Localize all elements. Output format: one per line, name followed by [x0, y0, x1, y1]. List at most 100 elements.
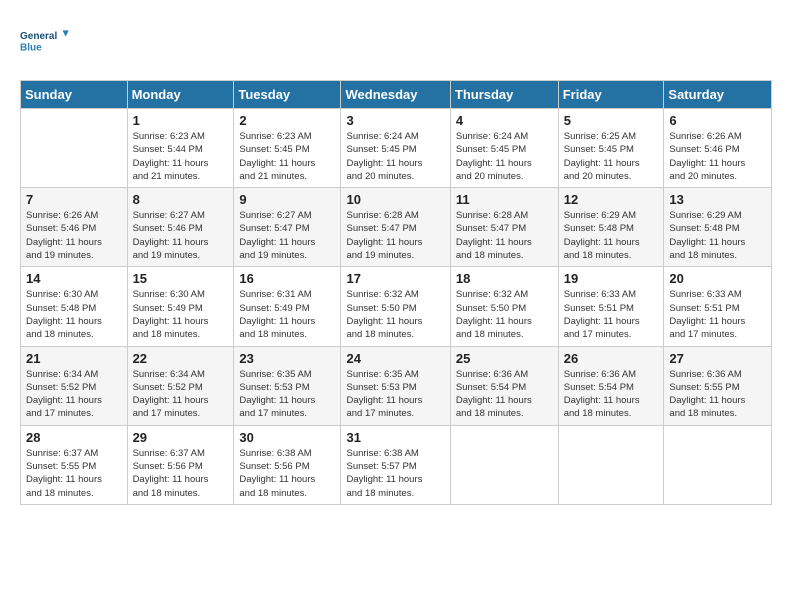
day-info: Sunrise: 6:36 AMSunset: 5:54 PMDaylight:… [456, 368, 553, 421]
day-info: Sunrise: 6:27 AMSunset: 5:47 PMDaylight:… [239, 209, 335, 262]
day-number: 5 [564, 113, 659, 128]
calendar-cell: 3 Sunrise: 6:24 AMSunset: 5:45 PMDaylight… [341, 109, 450, 188]
day-number: 4 [456, 113, 553, 128]
logo: General Blue [20, 20, 70, 62]
day-number: 22 [133, 351, 229, 366]
weekday-header-row: SundayMondayTuesdayWednesdayThursdayFrid… [21, 81, 772, 109]
day-info: Sunrise: 6:32 AMSunset: 5:50 PMDaylight:… [456, 288, 553, 341]
day-info: Sunrise: 6:29 AMSunset: 5:48 PMDaylight:… [669, 209, 766, 262]
calendar-cell: 23 Sunrise: 6:35 AMSunset: 5:53 PMDayligh… [234, 346, 341, 425]
calendar-cell: 22 Sunrise: 6:34 AMSunset: 5:52 PMDayligh… [127, 346, 234, 425]
day-info: Sunrise: 6:27 AMSunset: 5:46 PMDaylight:… [133, 209, 229, 262]
calendar-cell: 30 Sunrise: 6:38 AMSunset: 5:56 PMDayligh… [234, 425, 341, 504]
day-number: 20 [669, 271, 766, 286]
calendar-cell: 27Sunrise: 6:36 AMSunset: 5:55 PMDayligh… [664, 346, 772, 425]
calendar-cell: 15Sunrise: 6:30 AMSunset: 5:49 PMDayligh… [127, 267, 234, 346]
day-info: Sunrise: 6:26 AMSunset: 5:46 PMDaylight:… [669, 130, 766, 183]
day-info: Sunrise: 6:33 AMSunset: 5:51 PMDaylight:… [564, 288, 659, 341]
calendar-cell: 24 Sunrise: 6:35 AMSunset: 5:53 PMDayligh… [341, 346, 450, 425]
day-info: Sunrise: 6:35 AMSunset: 5:53 PMDaylight:… [239, 368, 335, 421]
day-number: 14 [26, 271, 122, 286]
day-number: 24 [346, 351, 444, 366]
calendar-cell: 19 Sunrise: 6:33 AMSunset: 5:51 PMDayligh… [558, 267, 664, 346]
weekday-header-thursday: Thursday [450, 81, 558, 109]
calendar-cell [558, 425, 664, 504]
day-number: 26 [564, 351, 659, 366]
day-info: Sunrise: 6:32 AMSunset: 5:50 PMDaylight:… [346, 288, 444, 341]
calendar-week-4: 21 Sunrise: 6:34 AMSunset: 5:52 PMDayligh… [21, 346, 772, 425]
day-number: 29 [133, 430, 229, 445]
calendar-cell: 13 Sunrise: 6:29 AMSunset: 5:48 PMDayligh… [664, 188, 772, 267]
weekday-header-monday: Monday [127, 81, 234, 109]
calendar-cell: 18 Sunrise: 6:32 AMSunset: 5:50 PMDayligh… [450, 267, 558, 346]
day-info: Sunrise: 6:37 AMSunset: 5:56 PMDaylight:… [133, 447, 229, 500]
day-info: Sunrise: 6:37 AMSunset: 5:55 PMDaylight:… [26, 447, 122, 500]
day-info: Sunrise: 6:28 AMSunset: 5:47 PMDaylight:… [456, 209, 553, 262]
day-info: Sunrise: 6:30 AMSunset: 5:48 PMDaylight:… [26, 288, 122, 341]
calendar-week-5: 28Sunrise: 6:37 AMSunset: 5:55 PMDayligh… [21, 425, 772, 504]
day-number: 3 [346, 113, 444, 128]
weekday-header-tuesday: Tuesday [234, 81, 341, 109]
day-info: Sunrise: 6:34 AMSunset: 5:52 PMDaylight:… [133, 368, 229, 421]
calendar-cell: 7Sunrise: 6:26 AMSunset: 5:46 PMDaylight… [21, 188, 128, 267]
calendar-cell: 20 Sunrise: 6:33 AMSunset: 5:51 PMDayligh… [664, 267, 772, 346]
day-info: Sunrise: 6:34 AMSunset: 5:52 PMDaylight:… [26, 368, 122, 421]
calendar-cell: 2Sunrise: 6:23 AMSunset: 5:45 PMDaylight… [234, 109, 341, 188]
calendar-cell: 5 Sunrise: 6:25 AMSunset: 5:45 PMDaylight… [558, 109, 664, 188]
day-number: 8 [133, 192, 229, 207]
day-number: 25 [456, 351, 553, 366]
calendar-week-3: 14 Sunrise: 6:30 AMSunset: 5:48 PMDayligh… [21, 267, 772, 346]
calendar-cell: 12 Sunrise: 6:29 AMSunset: 5:48 PMDayligh… [558, 188, 664, 267]
weekday-header-sunday: Sunday [21, 81, 128, 109]
day-info: Sunrise: 6:35 AMSunset: 5:53 PMDaylight:… [346, 368, 444, 421]
day-number: 16 [239, 271, 335, 286]
calendar-cell: 14 Sunrise: 6:30 AMSunset: 5:48 PMDayligh… [21, 267, 128, 346]
calendar-week-2: 7Sunrise: 6:26 AMSunset: 5:46 PMDaylight… [21, 188, 772, 267]
day-number: 10 [346, 192, 444, 207]
day-info: Sunrise: 6:29 AMSunset: 5:48 PMDaylight:… [564, 209, 659, 262]
weekday-header-wednesday: Wednesday [341, 81, 450, 109]
weekday-header-friday: Friday [558, 81, 664, 109]
svg-text:Blue: Blue [20, 42, 42, 53]
day-number: 18 [456, 271, 553, 286]
calendar-cell [664, 425, 772, 504]
day-number: 31 [346, 430, 444, 445]
calendar-cell [21, 109, 128, 188]
calendar-cell: 1 Sunrise: 6:23 AMSunset: 5:44 PMDaylight… [127, 109, 234, 188]
day-number: 6 [669, 113, 766, 128]
day-number: 13 [669, 192, 766, 207]
calendar-cell [450, 425, 558, 504]
calendar-cell: 9Sunrise: 6:27 AMSunset: 5:47 PMDaylight… [234, 188, 341, 267]
day-info: Sunrise: 6:36 AMSunset: 5:54 PMDaylight:… [564, 368, 659, 421]
calendar-cell: 11Sunrise: 6:28 AMSunset: 5:47 PMDayligh… [450, 188, 558, 267]
day-number: 19 [564, 271, 659, 286]
day-info: Sunrise: 6:33 AMSunset: 5:51 PMDaylight:… [669, 288, 766, 341]
day-number: 17 [346, 271, 444, 286]
day-number: 23 [239, 351, 335, 366]
day-info: Sunrise: 6:23 AMSunset: 5:45 PMDaylight:… [239, 130, 335, 183]
day-info: Sunrise: 6:24 AMSunset: 5:45 PMDaylight:… [346, 130, 444, 183]
calendar-cell: 17 Sunrise: 6:32 AMSunset: 5:50 PMDayligh… [341, 267, 450, 346]
day-info: Sunrise: 6:26 AMSunset: 5:46 PMDaylight:… [26, 209, 122, 262]
weekday-header-saturday: Saturday [664, 81, 772, 109]
calendar-week-1: 1 Sunrise: 6:23 AMSunset: 5:44 PMDaylight… [21, 109, 772, 188]
calendar-cell: 31 Sunrise: 6:38 AMSunset: 5:57 PMDayligh… [341, 425, 450, 504]
day-number: 21 [26, 351, 122, 366]
calendar-cell: 29 Sunrise: 6:37 AMSunset: 5:56 PMDayligh… [127, 425, 234, 504]
day-info: Sunrise: 6:24 AMSunset: 5:45 PMDaylight:… [456, 130, 553, 183]
day-number: 1 [133, 113, 229, 128]
calendar-cell: 8 Sunrise: 6:27 AMSunset: 5:46 PMDaylight… [127, 188, 234, 267]
day-info: Sunrise: 6:25 AMSunset: 5:45 PMDaylight:… [564, 130, 659, 183]
calendar-cell: 4 Sunrise: 6:24 AMSunset: 5:45 PMDaylight… [450, 109, 558, 188]
calendar-cell: 6 Sunrise: 6:26 AMSunset: 5:46 PMDaylight… [664, 109, 772, 188]
day-info: Sunrise: 6:23 AMSunset: 5:44 PMDaylight:… [133, 130, 229, 183]
day-info: Sunrise: 6:28 AMSunset: 5:47 PMDaylight:… [346, 209, 444, 262]
calendar: SundayMondayTuesdayWednesdayThursdayFrid… [20, 80, 772, 505]
day-info: Sunrise: 6:38 AMSunset: 5:57 PMDaylight:… [346, 447, 444, 500]
day-info: Sunrise: 6:36 AMSunset: 5:55 PMDaylight:… [669, 368, 766, 421]
calendar-cell: 28Sunrise: 6:37 AMSunset: 5:55 PMDayligh… [21, 425, 128, 504]
day-number: 12 [564, 192, 659, 207]
calendar-cell: 16Sunrise: 6:31 AMSunset: 5:49 PMDayligh… [234, 267, 341, 346]
day-number: 30 [239, 430, 335, 445]
day-info: Sunrise: 6:38 AMSunset: 5:56 PMDaylight:… [239, 447, 335, 500]
